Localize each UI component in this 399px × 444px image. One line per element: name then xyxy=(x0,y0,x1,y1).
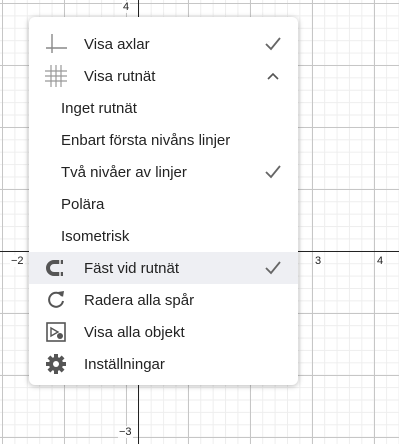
menu-item-label: Visa alla objekt xyxy=(84,323,185,341)
menu-item-show-all-objects[interactable]: Visa alla objekt xyxy=(29,316,298,348)
y-tick-label: −3 xyxy=(118,426,133,438)
gear-icon xyxy=(43,351,69,377)
menu-item-label: Fäst vid rutnät xyxy=(84,259,180,277)
menu-item-snap-to-grid[interactable]: Fäst vid rutnät xyxy=(29,252,298,284)
x-tick-label: −2 xyxy=(10,255,25,267)
grid-option-isometric[interactable]: Isometrisk xyxy=(29,220,298,252)
grid-option-polar[interactable]: Polära xyxy=(29,188,298,220)
magnet-icon xyxy=(43,255,69,281)
menu-item-show-grid[interactable]: Visa rutnät xyxy=(29,60,298,92)
x-tick-label: 4 xyxy=(376,255,385,267)
axes-icon xyxy=(43,31,69,57)
graphics-settings-menu: Visa axlar Visa rutnät Inget rutnät Enba… xyxy=(29,17,298,385)
zoom-to-fit-icon xyxy=(43,319,69,345)
menu-item-label: Visa axlar xyxy=(84,35,150,53)
menu-item-label: Isometrisk xyxy=(61,227,130,245)
menu-item-label: Inget rutnät xyxy=(61,99,137,117)
menu-item-label: Polära xyxy=(61,195,105,213)
grid-option-two-levels[interactable]: Två nivåer av linjer xyxy=(29,156,298,188)
menu-item-label: Inställningar xyxy=(84,355,165,373)
menu-item-label: Enbart första nivåns linjer xyxy=(61,131,231,149)
menu-item-show-axes[interactable]: Visa axlar xyxy=(29,28,298,60)
checkmark-icon xyxy=(262,257,284,279)
grid-icon xyxy=(43,63,69,89)
menu-item-label: Visa rutnät xyxy=(84,67,156,85)
checkmark-icon xyxy=(262,33,284,55)
refresh-icon xyxy=(43,287,69,313)
grid-option-major-lines[interactable]: Enbart första nivåns linjer xyxy=(29,124,298,156)
grid-option-none[interactable]: Inget rutnät xyxy=(29,92,298,124)
chevron-up-icon[interactable] xyxy=(262,65,284,87)
menu-item-clear-traces[interactable]: Radera alla spår xyxy=(29,284,298,316)
x-tick-label: 3 xyxy=(314,255,323,267)
y-tick-label: 4 xyxy=(122,1,131,13)
checkmark-icon xyxy=(262,161,284,183)
menu-item-label: Två nivåer av linjer xyxy=(61,163,187,181)
menu-item-label: Radera alla spår xyxy=(84,291,195,309)
menu-item-settings[interactable]: Inställningar xyxy=(29,348,298,380)
